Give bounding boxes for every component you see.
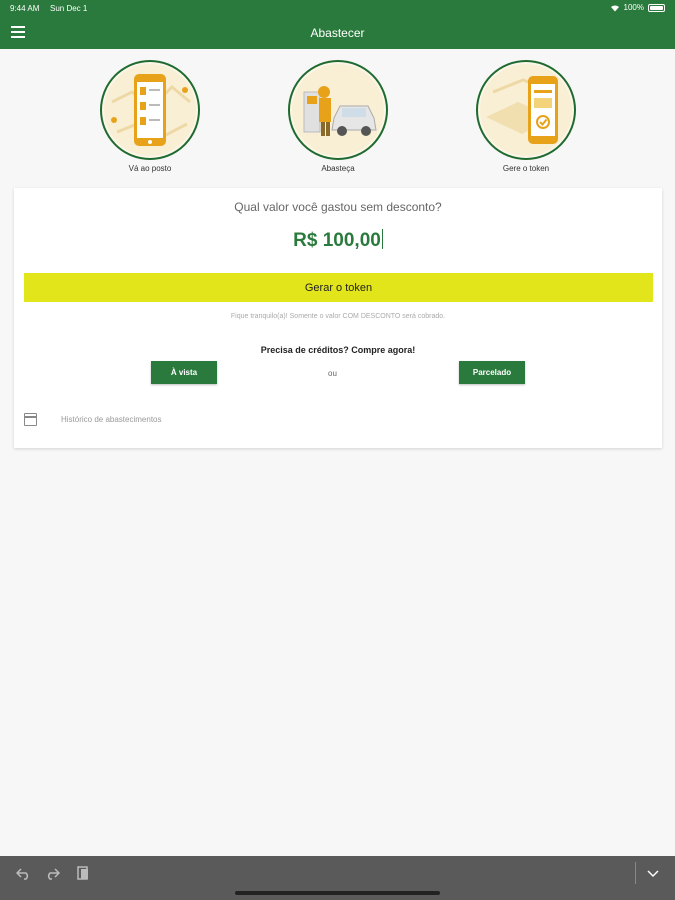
chevron-down-icon[interactable] — [645, 865, 661, 881]
fuel-history-link[interactable]: Histórico de abastecimentos — [24, 412, 284, 430]
status-right: 100% — [610, 3, 665, 12]
wifi-icon — [610, 4, 619, 11]
redo-icon[interactable] — [44, 865, 60, 881]
status-time: 9:44 AM — [10, 4, 40, 13]
refuel-card: Qual valor você gastou sem desconto? R$ … — [14, 188, 662, 448]
toolbar-divider — [635, 862, 636, 884]
home-indicator — [235, 891, 440, 895]
or-separator: ou — [328, 369, 337, 378]
battery-percent: 100% — [623, 3, 644, 12]
status-date: Sun Dec 1 — [50, 4, 88, 13]
step-generate-token: Gere o token — [466, 60, 586, 173]
battery-icon — [648, 3, 665, 12]
phone-token-illustration-icon — [476, 60, 576, 160]
generate-token-button[interactable]: Gerar o token — [24, 273, 653, 302]
step-label: Vá ao posto — [128, 164, 172, 173]
status-bar: 9:44 AM Sun Dec 1 100% — [0, 0, 675, 17]
step-label: Abasteça — [321, 164, 355, 173]
paste-icon[interactable] — [75, 865, 91, 881]
step-go-to-station: Vá ao posto — [90, 60, 210, 173]
calendar-icon — [24, 413, 37, 426]
amount-input[interactable]: R$ 100,00 — [14, 229, 662, 252]
phone-map-illustration-icon — [100, 60, 200, 160]
step-label: Gere o token — [502, 164, 550, 173]
text-caret — [381, 229, 383, 249]
buy-avista-button[interactable]: À vista — [151, 361, 217, 384]
keyboard-toolbar — [0, 856, 675, 900]
buy-parcelado-button[interactable]: Parcelado — [459, 361, 525, 384]
amount-value: R$ 100,00 — [293, 230, 381, 251]
undo-icon[interactable] — [16, 865, 32, 881]
page-title: Abastecer — [310, 26, 365, 40]
history-label: Histórico de abastecimentos — [61, 415, 162, 424]
top-app-bar: 9:44 AM Sun Dec 1 100% Abastecer — [0, 0, 675, 49]
discount-note: Fique tranquilo(a)! Somente o valor COM … — [230, 313, 446, 320]
step-refuel: Abasteça — [278, 60, 398, 173]
gas-station-car-illustration-icon — [288, 60, 388, 160]
amount-question: Qual valor você gastou sem desconto? — [234, 200, 442, 214]
credits-title: Precisa de créditos? Compre agora! — [260, 345, 416, 355]
